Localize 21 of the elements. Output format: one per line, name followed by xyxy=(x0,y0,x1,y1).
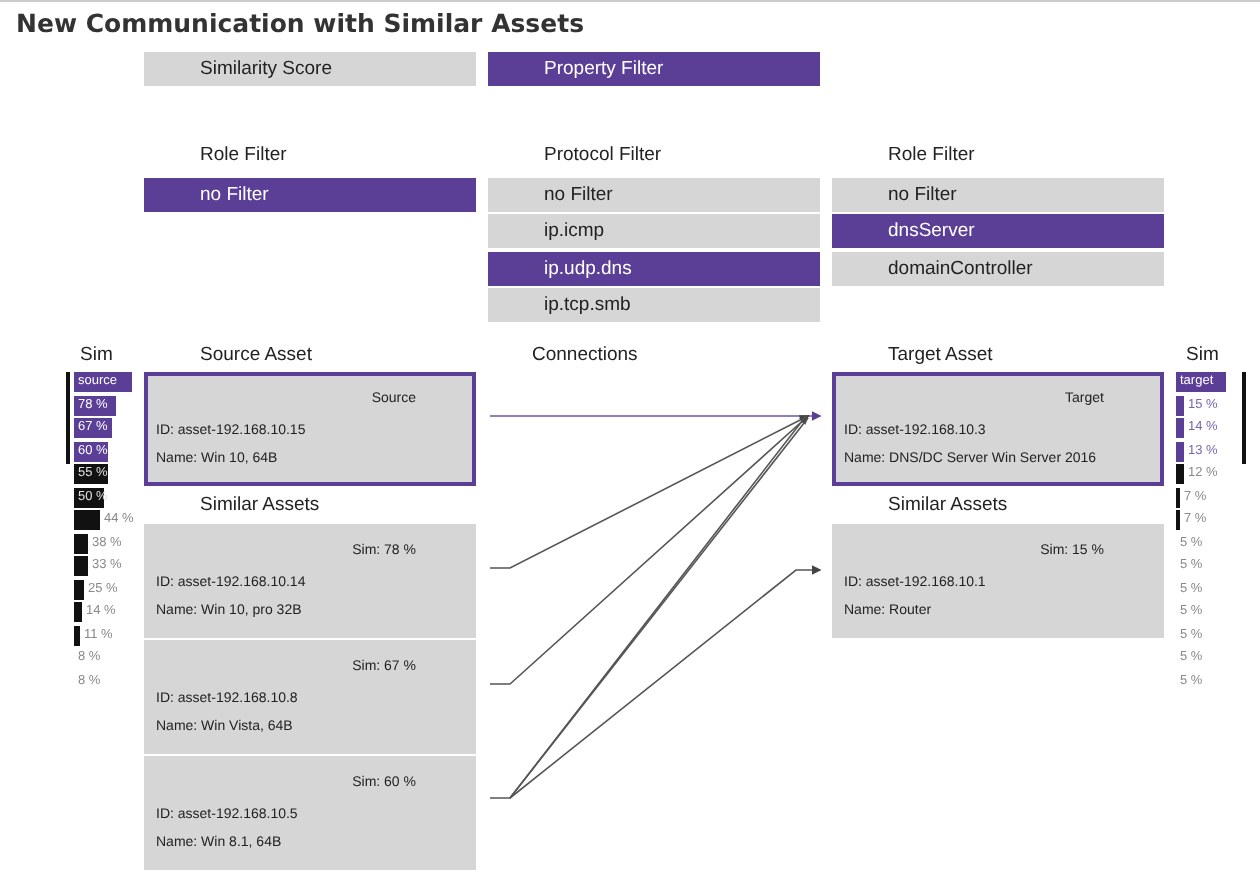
column-heading: Target Asset xyxy=(886,342,995,370)
section-heading: Similar Assets xyxy=(886,492,1010,520)
filter-option[interactable]: no Filter xyxy=(144,177,476,211)
filter-heading: Protocol Filter xyxy=(542,142,664,170)
filter-heading: Role Filter xyxy=(886,142,977,170)
column-heading: Sim xyxy=(78,342,115,370)
mode-tab[interactable]: Property Filter xyxy=(488,52,820,86)
section-heading: Similar Assets xyxy=(198,492,322,520)
filter-option[interactable]: ip.udp.dns xyxy=(488,251,820,285)
filter-option[interactable]: dnsServer xyxy=(832,214,1164,248)
column-heading: Sim xyxy=(1184,342,1221,370)
filter-option[interactable]: ip.tcp.smb xyxy=(488,288,820,322)
filter-heading: Role Filter xyxy=(198,142,289,170)
filter-option[interactable]: no Filter xyxy=(832,177,1164,211)
filter-option[interactable]: no Filter xyxy=(488,177,820,211)
column-heading: Source Asset xyxy=(198,342,314,370)
column-heading: Connections xyxy=(530,342,640,370)
mode-tab[interactable]: Similarity Score xyxy=(144,52,476,86)
filter-option[interactable]: ip.icmp xyxy=(488,214,820,248)
filter-option[interactable]: domainController xyxy=(832,251,1164,285)
page-title: New Communication with Similar Assets xyxy=(14,6,587,40)
